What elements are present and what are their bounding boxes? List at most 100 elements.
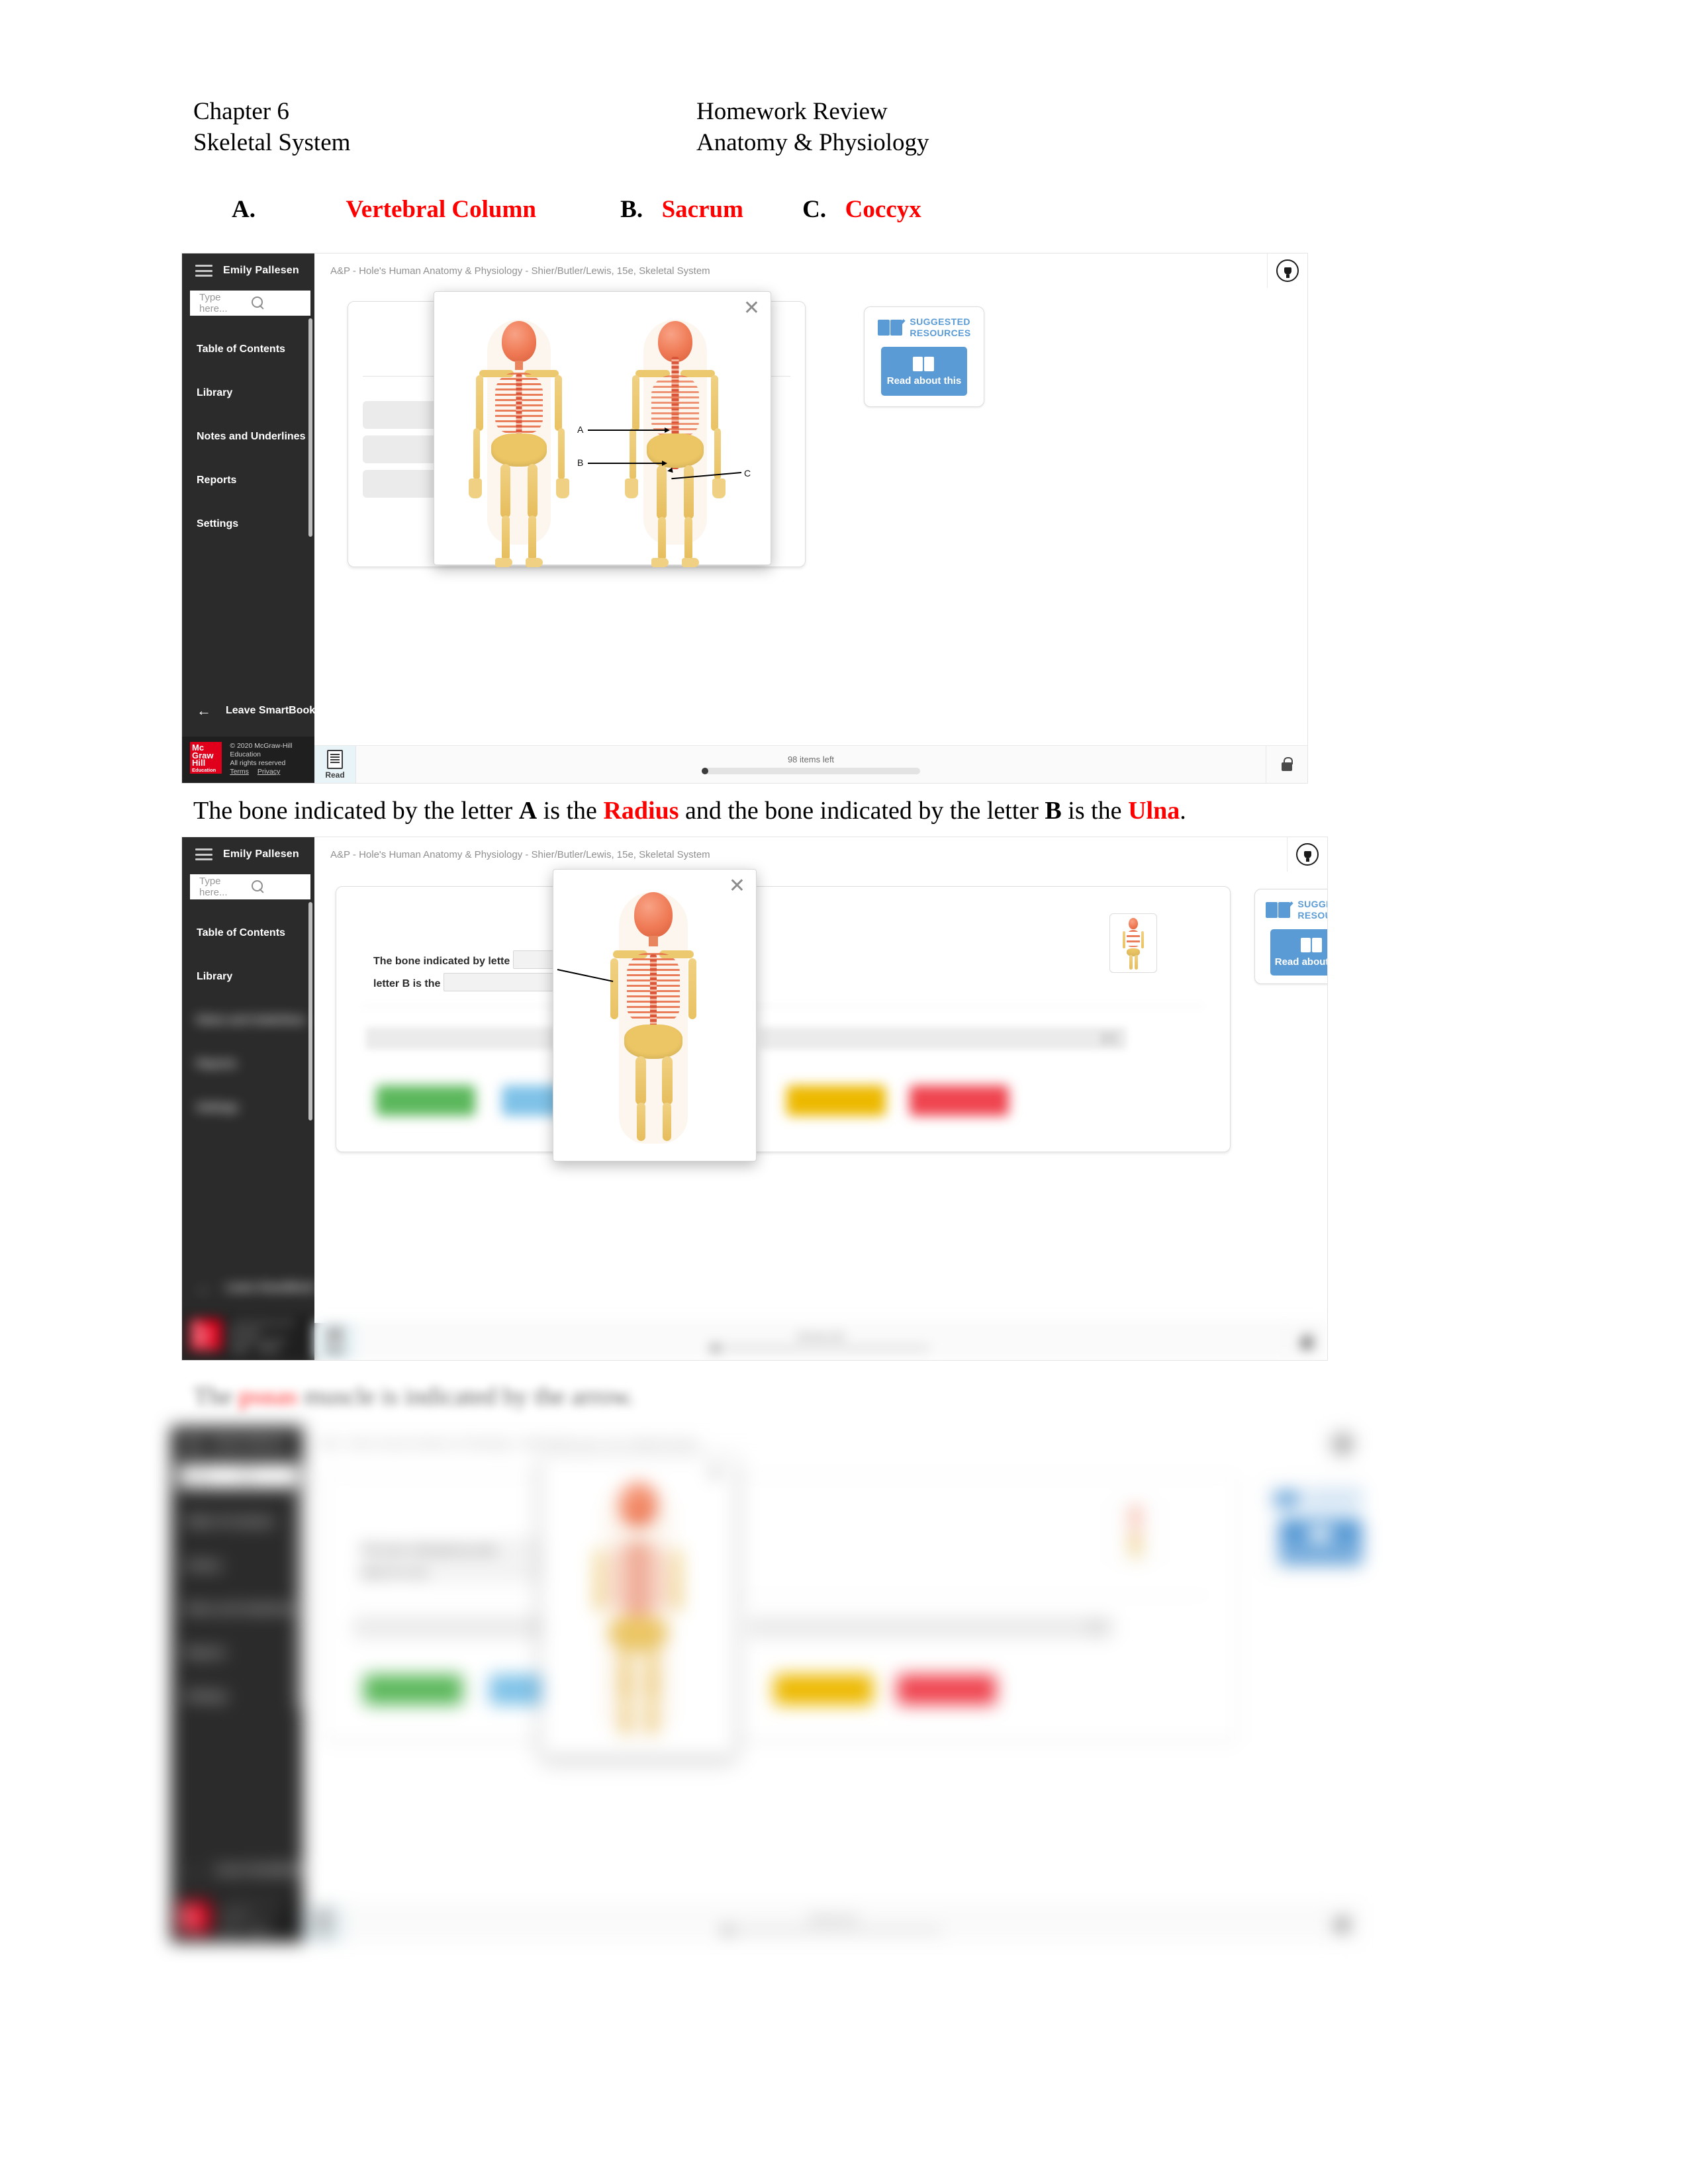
confidence-button-no-idea[interactable] bbox=[897, 1674, 996, 1705]
search-icon[interactable] bbox=[252, 296, 304, 310]
sidebar-item-library[interactable]: Library bbox=[171, 1544, 303, 1588]
progress-bar[interactable] bbox=[724, 1927, 942, 1934]
sidebar-item-library[interactable]: Library bbox=[182, 371, 314, 415]
footer-text: © 2020 McGraw-Hill Education All rights … bbox=[230, 1319, 314, 1353]
hamburger-menu-icon[interactable] bbox=[195, 265, 212, 277]
answer-slot-2[interactable] bbox=[760, 1027, 1127, 1050]
user-name: Emily Pallesen bbox=[223, 265, 299, 276]
privacy-link[interactable]: Privacy bbox=[246, 1927, 269, 1935]
search-input[interactable]: Type here... bbox=[179, 1463, 299, 1488]
smartbook-screenshot-2: Emily Pallesen Type here... Table of Con… bbox=[182, 837, 1327, 1360]
back-arrow-icon: ← bbox=[197, 702, 211, 719]
suggested-resources-panel: SUGGESTED RESOURCES Read about this bbox=[1263, 1478, 1362, 1573]
sidebar-item-settings[interactable]: Settings bbox=[171, 1675, 303, 1719]
hamburger-menu-icon[interactable] bbox=[184, 1437, 201, 1449]
answer-label-a: A. bbox=[232, 196, 256, 223]
answer-slot-2[interactable] bbox=[747, 1616, 1114, 1639]
read-button[interactable]: Read bbox=[314, 746, 356, 783]
terms-link[interactable]: Terms bbox=[218, 1927, 238, 1935]
resources-title-line1: SUGGESTED bbox=[1297, 899, 1327, 909]
footer-text: © 2020 McGraw-Hill Education All rights … bbox=[230, 742, 314, 776]
sidebar-item-table-of-contents[interactable]: Table of Contents bbox=[171, 1500, 303, 1544]
header-system: Skeletal System bbox=[193, 129, 351, 157]
book-title: A&P - Hole's Human Anatomy & Physiology … bbox=[330, 848, 710, 860]
terms-link[interactable]: Terms bbox=[230, 768, 249, 776]
confidence-button-know-it[interactable] bbox=[376, 1085, 475, 1116]
back-arrow-icon: ← bbox=[197, 1279, 211, 1296]
figure-modal: ✕ bbox=[434, 291, 771, 567]
sidebar-item-reports[interactable]: Reports bbox=[171, 1631, 303, 1675]
document-icon bbox=[327, 1326, 343, 1346]
close-icon[interactable]: ✕ bbox=[729, 876, 745, 896]
sidebar: Emily Pallesen Type here... Table of Con… bbox=[171, 1426, 304, 1942]
read-about-this-label: Read about this bbox=[1274, 956, 1327, 968]
read-button[interactable]: Read bbox=[314, 1323, 356, 1360]
header-chapter: Chapter 6 bbox=[193, 98, 289, 125]
read-about-this-button[interactable]: Read about this bbox=[1270, 929, 1327, 976]
confidence-button-unsure[interactable] bbox=[786, 1085, 886, 1116]
leave-smartbook-button[interactable]: ← Leave SmartBook bbox=[182, 685, 315, 737]
search-icon[interactable] bbox=[240, 1469, 293, 1482]
read-about-this-button[interactable]: Read about this bbox=[881, 347, 967, 396]
answer-list: A. Vertebral Column B. Sacrum C. Coccyx bbox=[193, 195, 1491, 224]
trophy-button[interactable] bbox=[1267, 253, 1307, 288]
trophy-button[interactable] bbox=[1287, 837, 1327, 872]
sidebar-scrollbar[interactable] bbox=[297, 1491, 301, 1709]
confidence-button-unsure[interactable] bbox=[774, 1674, 873, 1705]
content-area: No idea SUGGESTED RESOURCES bbox=[314, 288, 1307, 746]
sidebar-header: Emily Pallesen bbox=[171, 1426, 303, 1461]
read-about-this-label: Read about this bbox=[1283, 1545, 1358, 1557]
drag-handle-icon[interactable] bbox=[1100, 1032, 1117, 1045]
items-left-label: 98 items left bbox=[797, 1332, 845, 1342]
close-icon[interactable]: ✕ bbox=[743, 298, 760, 318]
question-line-2: letter B is the bbox=[373, 978, 441, 989]
leave-smartbook-button[interactable]: ← Leave SmartBook bbox=[182, 1262, 315, 1314]
confidence-button-know-it[interactable] bbox=[363, 1674, 463, 1705]
sidebar-item-settings[interactable]: Settings bbox=[182, 502, 314, 546]
sidebar-item-notes-and-underlines[interactable]: Notes and Underlines bbox=[171, 1588, 303, 1631]
sentence3-part-2: muscle is indicated by the arrow. bbox=[297, 1383, 635, 1410]
header-course: Anatomy & Physiology bbox=[696, 129, 929, 157]
sidebar-item-reports[interactable]: Reports bbox=[182, 459, 314, 502]
trophy-button[interactable] bbox=[1322, 1426, 1362, 1461]
hamburger-menu-icon[interactable] bbox=[195, 848, 212, 860]
sidebar-scrollbar[interactable] bbox=[308, 318, 312, 537]
progress-bar[interactable] bbox=[712, 1345, 930, 1351]
sidebar-item-table-of-contents[interactable]: Table of Contents bbox=[182, 328, 314, 371]
trophy-icon bbox=[1296, 843, 1319, 866]
lock-button[interactable] bbox=[1286, 1323, 1327, 1360]
search-icon[interactable] bbox=[252, 880, 304, 893]
suggested-resources-header: SUGGESTED RESOURCES bbox=[1265, 889, 1327, 921]
lock-button[interactable] bbox=[1321, 1905, 1362, 1942]
sidebar-nav: Table of Contents Library Notes and Unde… bbox=[171, 1488, 303, 1844]
privacy-link[interactable]: Privacy bbox=[258, 768, 280, 776]
content-area: the box. The bone indicated by lette and… bbox=[303, 1457, 1362, 1905]
bottom-bar: Read 98 items left bbox=[314, 745, 1307, 783]
answer-blank-b[interactable] bbox=[430, 1562, 551, 1580]
resources-title-line1: SUGGESTED bbox=[1306, 1488, 1362, 1498]
read-about-this-button[interactable]: Read about this bbox=[1279, 1518, 1362, 1565]
sidebar-item-library[interactable]: Library bbox=[182, 955, 314, 999]
confidence-button-no-idea[interactable] bbox=[910, 1085, 1009, 1116]
read-button[interactable]: Read bbox=[303, 1905, 345, 1942]
sidebar-item-reports[interactable]: Reports bbox=[182, 1042, 314, 1086]
sidebar-item-notes-and-underlines[interactable]: Notes and Underlines bbox=[182, 415, 314, 459]
sidebar-item-table-of-contents[interactable]: Table of Contents bbox=[182, 911, 314, 955]
search-input[interactable]: Type here... bbox=[190, 874, 310, 899]
question-thumbnail[interactable] bbox=[1111, 1502, 1159, 1562]
close-icon[interactable]: ✕ bbox=[707, 1464, 724, 1484]
progress-bar[interactable] bbox=[702, 768, 920, 774]
terms-link[interactable]: Terms bbox=[230, 1345, 249, 1353]
privacy-link[interactable]: Privacy bbox=[258, 1345, 280, 1353]
sentence-radius-ulna: The bone indicated by the letter A is th… bbox=[193, 796, 1491, 825]
search-input[interactable]: Type here... bbox=[190, 291, 310, 316]
lock-button[interactable] bbox=[1266, 746, 1307, 783]
leave-smartbook-button[interactable]: ← Leave SmartBook bbox=[171, 1844, 304, 1896]
drag-handle-icon[interactable] bbox=[1088, 1621, 1105, 1634]
question-thumbnail[interactable] bbox=[1109, 913, 1157, 973]
sidebar-header: Emily Pallesen bbox=[182, 837, 314, 872]
answer-blank-b[interactable] bbox=[443, 973, 564, 991]
sentence-part-4: is the bbox=[1061, 797, 1129, 825]
sidebar-item-notes-and-underlines[interactable]: Notes and Underlines bbox=[182, 999, 314, 1042]
sidebar-item-settings[interactable]: Settings bbox=[182, 1086, 314, 1130]
